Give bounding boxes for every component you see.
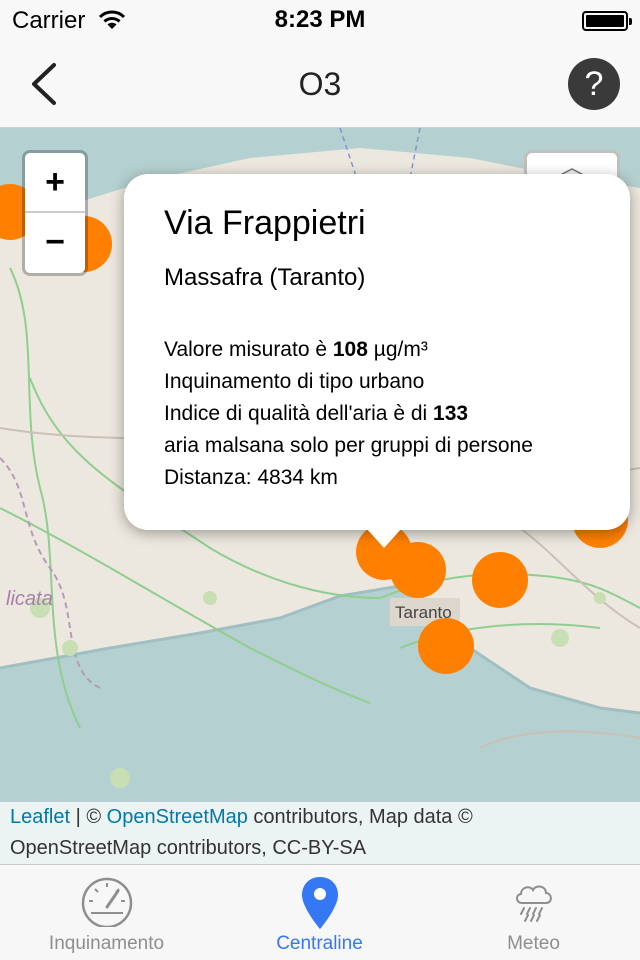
popup-air-quality: aria malsana solo per gruppi di persone: [164, 434, 533, 457]
help-button[interactable]: ?: [568, 58, 620, 110]
measured-value: 108: [332, 338, 368, 361]
popup-distance: Distanza: 4834 km: [164, 466, 338, 489]
tab-label: Centraline: [276, 933, 363, 954]
popup-subtitle: Massafra (Taranto): [164, 264, 366, 291]
popup-tip: [366, 528, 402, 548]
station-popup: Via Frappietri Massafra (Taranto) Valore…: [124, 174, 630, 548]
navigation-bar: O3 ?: [0, 40, 640, 128]
osm-link[interactable]: OpenStreetMap: [107, 806, 248, 828]
popup-details: Valore misurato è 108 µg/m³ Inquinamento…: [164, 334, 533, 494]
tab-inquinamento[interactable]: Inquinamento: [0, 865, 213, 960]
tab-bar: Inquinamento Centraline Meteo: [0, 864, 640, 960]
leaflet-link[interactable]: Leaflet: [10, 806, 70, 828]
tab-centraline[interactable]: Centraline: [213, 865, 426, 960]
aqi-value: 133: [433, 402, 469, 425]
gauge-icon: [81, 877, 132, 927]
map-attribution: Leaflet | © OpenStreetMap contributors, …: [0, 802, 640, 864]
popup-index-line: Indice di qualità dell'aria è di 133: [164, 402, 469, 425]
page-title: O3: [298, 66, 342, 102]
station-marker[interactable]: [390, 542, 446, 598]
popup-title: Via Frappietri: [164, 204, 366, 242]
zoom-out-button[interactable]: −: [25, 213, 85, 273]
popup-value-line: Valore misurato è 108 µg/m³: [164, 338, 428, 361]
map-label-basilicata: licata: [6, 588, 53, 610]
tab-label: Inquinamento: [48, 933, 165, 954]
map-pin-icon: [301, 877, 338, 929]
battery-icon: [582, 11, 632, 31]
map-view[interactable]: licata Taranto + − Via Frappietri Massaf…: [0, 128, 640, 864]
zoom-control: + −: [22, 150, 88, 276]
rain-cloud-icon: [515, 885, 552, 922]
zoom-in-button[interactable]: +: [25, 153, 85, 213]
tab-label: Meteo: [507, 933, 560, 954]
status-bar: Carrier 8:23 PM: [0, 0, 640, 40]
tab-meteo[interactable]: Meteo: [427, 865, 640, 960]
clock: 8:23 PM: [274, 6, 366, 33]
station-marker[interactable]: [472, 552, 528, 608]
popup-pollution-type: Inquinamento di tipo urbano: [164, 370, 425, 393]
station-marker[interactable]: [418, 618, 474, 674]
